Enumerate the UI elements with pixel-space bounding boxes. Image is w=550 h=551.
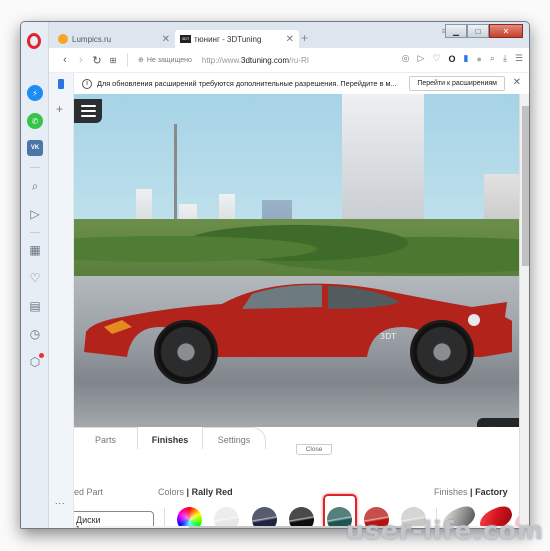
selected-part-dropdown[interactable]: Диски: [74, 511, 154, 526]
close-icon[interactable]: ✕: [513, 77, 521, 88]
page-viewport: 3DT ⊕› ▣› Parts Finishes Settings Close …: [74, 94, 519, 526]
vertical-scrollbar[interactable]: [519, 94, 529, 526]
extension-notification-bar: i Для обновления расширений требуются до…: [49, 72, 529, 94]
vk-icon[interactable]: VK: [27, 140, 43, 156]
vertical-scroll-thumb[interactable]: [522, 106, 529, 266]
car: 3DT: [82, 282, 514, 384]
color-swatch-black[interactable]: [289, 507, 314, 526]
url-domain: 3dtuning.com: [241, 55, 290, 65]
sidebar-divider: [30, 167, 40, 168]
finishes-label: Finishes | Factory: [434, 487, 508, 497]
news-icon[interactable]: ▤: [27, 298, 43, 314]
send-icon[interactable]: ▷: [27, 206, 43, 222]
current-color-name: Rally Red: [191, 487, 233, 497]
heart-icon[interactable]: ♡: [432, 53, 440, 64]
close-window-button[interactable]: ✕: [489, 24, 523, 38]
colors-label: Colors | Rally Red: [158, 487, 233, 497]
car-badge: 3DT: [380, 332, 396, 341]
window-controls: ▁ □ ✕: [445, 24, 523, 38]
tab-settings[interactable]: Settings: [202, 427, 266, 451]
opera-ad-block-icon[interactable]: O: [448, 54, 455, 64]
go-to-extensions-button[interactable]: Перейти к расширениям: [409, 76, 505, 91]
speed-dial-icon[interactable]: ▦: [27, 242, 43, 258]
extensions-cube-icon[interactable]: ⬡: [27, 353, 44, 370]
color-swatch-navy[interactable]: [252, 507, 277, 526]
whatsapp-icon[interactable]: ✆: [27, 113, 43, 129]
add-panel-plus-icon[interactable]: +: [56, 102, 63, 116]
notification-dot: [39, 353, 44, 358]
reload-button[interactable]: ↻: [89, 54, 105, 67]
divider: [164, 508, 165, 526]
extension-message: Для обновления расширений требуются допо…: [97, 79, 397, 88]
rear-wheel: [410, 320, 474, 384]
close-panel-button[interactable]: Close: [296, 444, 332, 455]
info-icon: i: [82, 78, 92, 89]
tab-3dtuning[interactable]: 3DT тюнинг - 3DTuning ✕: [175, 30, 299, 48]
minimize-button[interactable]: ▁: [445, 24, 467, 38]
colors-label-text: Colors: [158, 487, 185, 497]
url-prefix: http://www.: [201, 55, 241, 65]
url-path: /ru-RI: [289, 55, 310, 65]
3dtuning-favicon-icon: 3DT: [180, 35, 191, 43]
speed-dial-grid-icon[interactable]: ⊞: [105, 56, 121, 65]
history-clock-icon[interactable]: ◷: [27, 326, 43, 342]
download-icon[interactable]: ⤓: [503, 53, 507, 64]
maximize-button[interactable]: □: [467, 24, 489, 38]
tab-close-icon[interactable]: ✕: [162, 34, 170, 45]
sidebar-panel: + ...: [49, 94, 74, 528]
current-finish-name: Factory: [475, 487, 508, 497]
zoom-button[interactable]: ⊕›: [477, 418, 519, 427]
tab-close-icon[interactable]: ✕: [286, 34, 294, 45]
trees: [74, 219, 519, 279]
tab-parts[interactable]: Parts: [74, 427, 138, 451]
car-3d-scene[interactable]: 3DT ⊕›: [74, 94, 519, 427]
opera-sidebar: ⚡ ✆ VK ⌕ ▷ ▦ ♡ ▤ ◷ ⬡: [21, 22, 49, 528]
custom-color-wheel-swatch[interactable]: [177, 507, 202, 526]
back-button[interactable]: ‹: [57, 54, 73, 66]
more-options-button[interactable]: ...: [55, 496, 66, 506]
search-icon[interactable]: ⌕: [27, 178, 43, 194]
selected-part-label: ed Part: [74, 487, 104, 497]
search-extension-icon[interactable]: ⌕: [490, 53, 495, 64]
sidebar-divider: [30, 232, 40, 233]
tab-label: Lumpics.ru: [72, 34, 112, 44]
hamburger-menu-button[interactable]: [74, 99, 102, 123]
tab-strip: Lumpics.ru ✕ 3DT тюнинг - 3DTuning ✕ + ≡…: [49, 22, 529, 48]
configurator-tabs: Parts Finishes Settings: [74, 427, 266, 451]
security-label: Не защищено: [146, 56, 192, 64]
address-bar-actions: ◎ ▷ ♡ O ▮ ● ⌕ ⤓ ☰: [402, 53, 523, 64]
chevron-right-icon: ›: [503, 424, 507, 427]
extension-translate-icon[interactable]: [49, 73, 74, 94]
opera-logo-icon[interactable]: [27, 33, 41, 49]
tab-label: тюнинг - 3DTuning: [194, 34, 262, 44]
easy-setup-icon[interactable]: ☰: [515, 53, 523, 64]
vpn-globe-icon[interactable]: ●: [476, 54, 481, 64]
finishes-label-text: Finishes: [434, 487, 468, 497]
translate-extension-icon[interactable]: ▮: [464, 53, 469, 64]
new-tab-plus-icon[interactable]: +: [301, 31, 308, 45]
toolbar-divider: [127, 53, 128, 67]
heart-icon[interactable]: ♡: [27, 270, 43, 286]
address-bar: ‹ › ↻ ⊞ ⊕ Не защищено http://www.3dtunin…: [49, 48, 529, 72]
browser-window: ⚡ ✆ VK ⌕ ▷ ▦ ♡ ▤ ◷ ⬡ Lumpics.ru ✕ 3DT тю…: [20, 21, 530, 529]
watermark: user-life.com: [346, 516, 544, 545]
lumpics-favicon-icon: [58, 34, 68, 44]
send-icon[interactable]: ▷: [417, 53, 424, 64]
tab-finishes[interactable]: Finishes: [138, 427, 202, 451]
tab-lumpics[interactable]: Lumpics.ru ✕: [53, 30, 175, 48]
color-swatch-white[interactable]: [214, 507, 239, 526]
forward-button[interactable]: ›: [73, 54, 89, 66]
camera-icon[interactable]: ◎: [402, 53, 410, 64]
front-wheel: [154, 320, 218, 384]
globe-icon: ⊕: [138, 57, 144, 64]
messenger-icon[interactable]: ⚡: [27, 85, 43, 101]
url-field[interactable]: http://www.3dtuning.com/ru-RI: [202, 56, 309, 65]
security-indicator[interactable]: ⊕ Не защищено: [138, 56, 192, 65]
zoom-in-icon: ⊕: [489, 424, 498, 428]
scroll-left-arrow-icon[interactable]: ◂: [76, 524, 79, 528]
